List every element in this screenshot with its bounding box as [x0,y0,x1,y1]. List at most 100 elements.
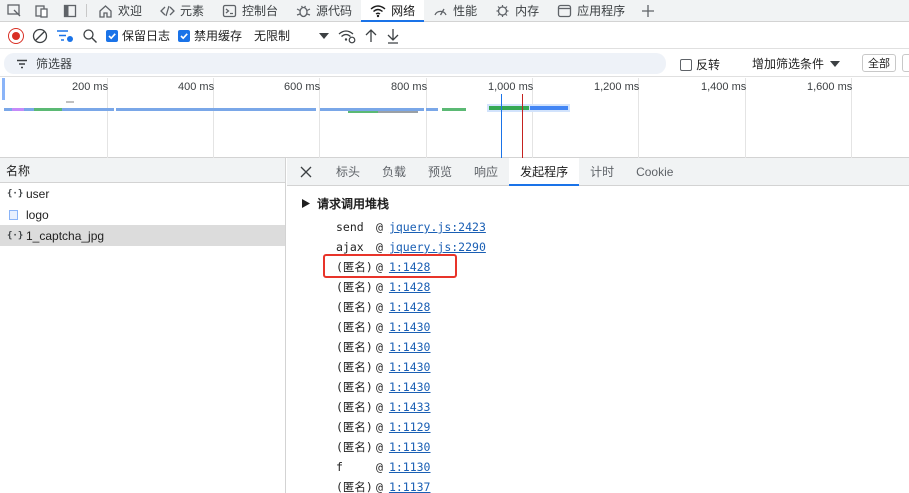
frame-source-link[interactable]: jquery.js:2423 [389,220,486,234]
add-tab-icon[interactable] [634,0,662,21]
timeline-overview[interactable]: 200 ms 400 ms 600 ms 800 ms 1,000 ms 1,2… [0,78,909,158]
call-stack-frame: (匿名) @1:1129 [336,417,909,437]
frame-at-symbol: @ [376,260,383,274]
frame-source-link[interactable]: 1:1430 [389,360,431,374]
tab-elements[interactable]: 元素 [151,0,213,21]
request-name: 1_captcha_jpg [26,228,105,243]
record-button[interactable] [8,27,24,44]
tab-console[interactable]: 控制台 [213,0,287,21]
name-column-header[interactable]: 名称 [0,158,285,183]
frame-function-name: send [336,220,364,234]
tab-cookies[interactable]: Cookie [625,158,684,185]
frame-source-link[interactable]: 1:1129 [389,420,431,434]
timeline-bar [426,108,438,111]
invert-label: 反转 [696,58,721,72]
frame-source-link[interactable]: 1:1433 [389,400,431,414]
frame-at-symbol: @ [376,480,383,493]
tab-headers[interactable]: 标头 [325,158,371,185]
application-icon [557,4,572,17]
frame-source-link[interactable]: jquery.js:2290 [389,240,486,254]
tab-performance[interactable]: 性能 [424,0,486,21]
frame-at-symbol: @ [376,280,383,294]
network-conditions-icon[interactable] [338,28,356,44]
search-icon[interactable] [82,28,98,44]
filter-input[interactable]: 筛选器 [4,53,666,74]
preserve-log-checkbox[interactable]: 保留日志 [106,27,170,44]
export-har-icon[interactable] [386,28,400,44]
add-filter-dropdown[interactable]: 增加筛选条件 [752,55,841,72]
tab-timing[interactable]: 计时 [579,158,625,185]
tab-response[interactable]: 响应 [463,158,509,185]
call-stack-section-header[interactable]: 请求调用堆栈 [287,192,909,214]
inspect-element-icon[interactable] [0,0,28,21]
gauge-icon [434,8,447,15]
tab-network[interactable]: 网络 [361,0,425,22]
call-stack-frame: (匿名) @1:1430 [336,357,909,377]
checkbox-checked-icon [178,29,191,42]
throttle-select[interactable]: 无限制 [254,27,290,44]
dock-sidebar-icon[interactable] [56,0,84,21]
frame-at-symbol: @ [376,360,383,374]
request-list: 名称 {·} user logo {·} 1_captcha_jpg [0,158,286,493]
tab-label: 元素 [180,4,205,18]
all-types-button[interactable]: 全部 [862,54,896,72]
frame-source-link[interactable]: 1:1428 [389,280,431,294]
device-toolbar-icon[interactable] [28,0,56,21]
call-stack-frame: (匿名) @1:1430 [336,377,909,397]
frame-source-link[interactable]: 1:1428 [389,300,431,314]
chevron-down-icon[interactable] [318,31,330,41]
frame-source-link[interactable]: 1:1137 [389,480,431,493]
call-stack-frame: (匿名) @1:1430 [336,337,909,357]
console-icon [222,4,237,17]
import-har-icon[interactable] [364,28,378,44]
frame-function-name: (匿名) [336,280,373,294]
json-icon: {·} [7,230,24,241]
filter-toggle-icon[interactable] [56,28,74,44]
frame-source-link[interactable]: 1:1430 [389,380,431,394]
frame-source-link[interactable]: 1:1130 [389,440,431,454]
tab-application[interactable]: 应用程序 [548,0,634,21]
tab-label: 控制台 [242,4,279,18]
call-stack-frame: (匿名) @1:1428 [336,297,909,317]
close-icon [300,166,312,177]
close-detail-button[interactable] [287,158,325,185]
frame-function-name: (匿名) [336,400,373,414]
name-column-label: 名称 [6,163,31,178]
disable-cache-checkbox[interactable]: 禁用缓存 [178,27,242,44]
call-stack-frame: (匿名) @1:1137 [336,477,909,493]
frame-function-name: (匿名) [336,320,373,334]
timeline-bar [530,106,568,110]
frame-at-symbol: @ [376,400,383,414]
frame-function-name: (匿名) [336,260,373,274]
tab-label: 源代码 [316,4,353,18]
frame-at-symbol: @ [376,220,383,234]
filter-bar: 筛选器 反转 增加筛选条件 全部 [0,50,909,77]
devtools-tab-bar: 欢迎 元素 控制台 源代码 网络 性能 内存 应用程序 [0,0,909,22]
request-row[interactable]: {·} user [0,183,285,204]
frame-source-link[interactable]: 1:1430 [389,320,431,334]
tab-welcome[interactable]: 欢迎 [89,0,151,21]
request-row[interactable]: {·} 1_captcha_jpg [0,225,285,246]
timeline-start-marker [2,78,5,100]
type-filter-button[interactable] [902,54,909,72]
request-name: user [26,186,50,201]
tab-label: 应用程序 [577,4,626,18]
tab-label: 欢迎 [118,4,143,18]
frame-source-link[interactable]: 1:1130 [389,460,431,474]
add-filter-label: 增加筛选条件 [752,57,825,71]
frame-function-name: f [336,460,343,474]
dom-content-loaded-marker [501,94,502,158]
timeline-bar [12,108,24,111]
invert-checkbox[interactable]: 反转 [680,56,720,73]
tab-sources[interactable]: 源代码 [287,0,361,21]
tab-label: 内存 [515,4,540,18]
clear-icon[interactable] [32,28,48,44]
call-stack-frame: (匿名) @1:1430 [336,317,909,337]
tab-memory[interactable]: 内存 [486,0,548,21]
tab-payload[interactable]: 负载 [371,158,417,185]
tab-initiator[interactable]: 发起程序 [509,158,580,186]
request-row[interactable]: logo [0,204,285,225]
frame-source-link[interactable]: 1:1430 [389,340,431,354]
tab-preview[interactable]: 预览 [417,158,463,185]
frame-source-link[interactable]: 1:1428 [389,260,431,274]
